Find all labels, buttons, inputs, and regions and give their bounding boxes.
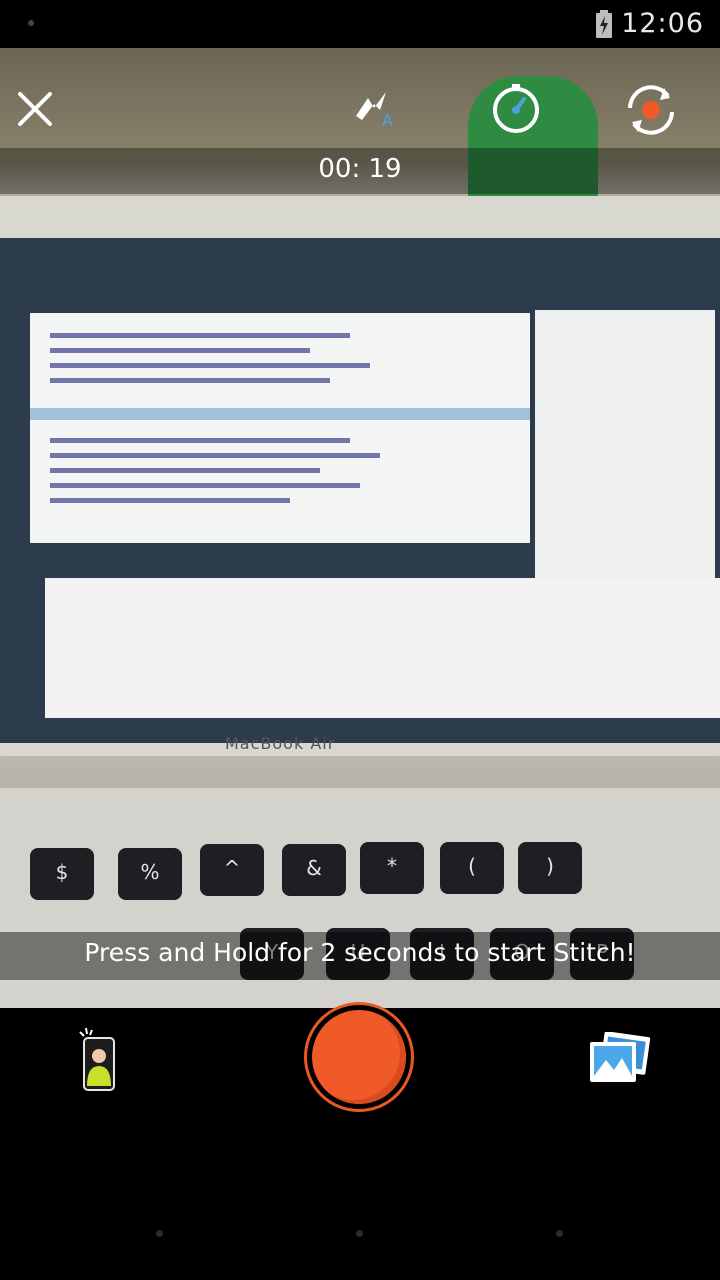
- key-label: %: [140, 860, 160, 884]
- battery-charging-icon: [596, 10, 612, 38]
- shutter-button[interactable]: [304, 1002, 414, 1112]
- key-label: ): [546, 854, 554, 878]
- shutter-fill: [312, 1010, 406, 1104]
- laptop-brand-label: MacBook Air: [225, 734, 336, 753]
- console-panel: [45, 578, 720, 718]
- nav-indicator: [156, 1230, 163, 1237]
- switch-camera-icon[interactable]: [620, 82, 682, 138]
- selfie-mode-icon[interactable]: [76, 1026, 120, 1092]
- key-label: ^: [223, 856, 241, 880]
- recording-timer: 00: 19: [318, 154, 402, 184]
- key-label: &: [306, 856, 322, 880]
- gallery-icon[interactable]: [588, 1032, 652, 1086]
- flash-auto-icon[interactable]: A: [352, 86, 400, 128]
- key-label: (: [468, 854, 476, 878]
- hint-bar: Press and Hold for 2 seconds to start St…: [0, 932, 720, 980]
- svg-text:A: A: [382, 111, 393, 128]
- outline-panel: [535, 310, 715, 590]
- nav-indicator: [356, 1230, 363, 1237]
- nav-indicator: [556, 1230, 563, 1237]
- notification-dot: [28, 20, 34, 26]
- code-editor-pane: [30, 313, 530, 543]
- close-icon[interactable]: [16, 90, 54, 128]
- key-label: *: [387, 854, 397, 878]
- timer-icon[interactable]: [490, 82, 542, 134]
- status-clock: 12:06: [621, 8, 704, 39]
- camera-top-controls: A: [0, 48, 720, 148]
- key-label: $: [55, 860, 69, 884]
- recording-timer-bar: 00: 19: [0, 148, 720, 194]
- status-bar: 12:06: [0, 0, 720, 48]
- stitch-hint-text: Press and Hold for 2 seconds to start St…: [84, 938, 636, 967]
